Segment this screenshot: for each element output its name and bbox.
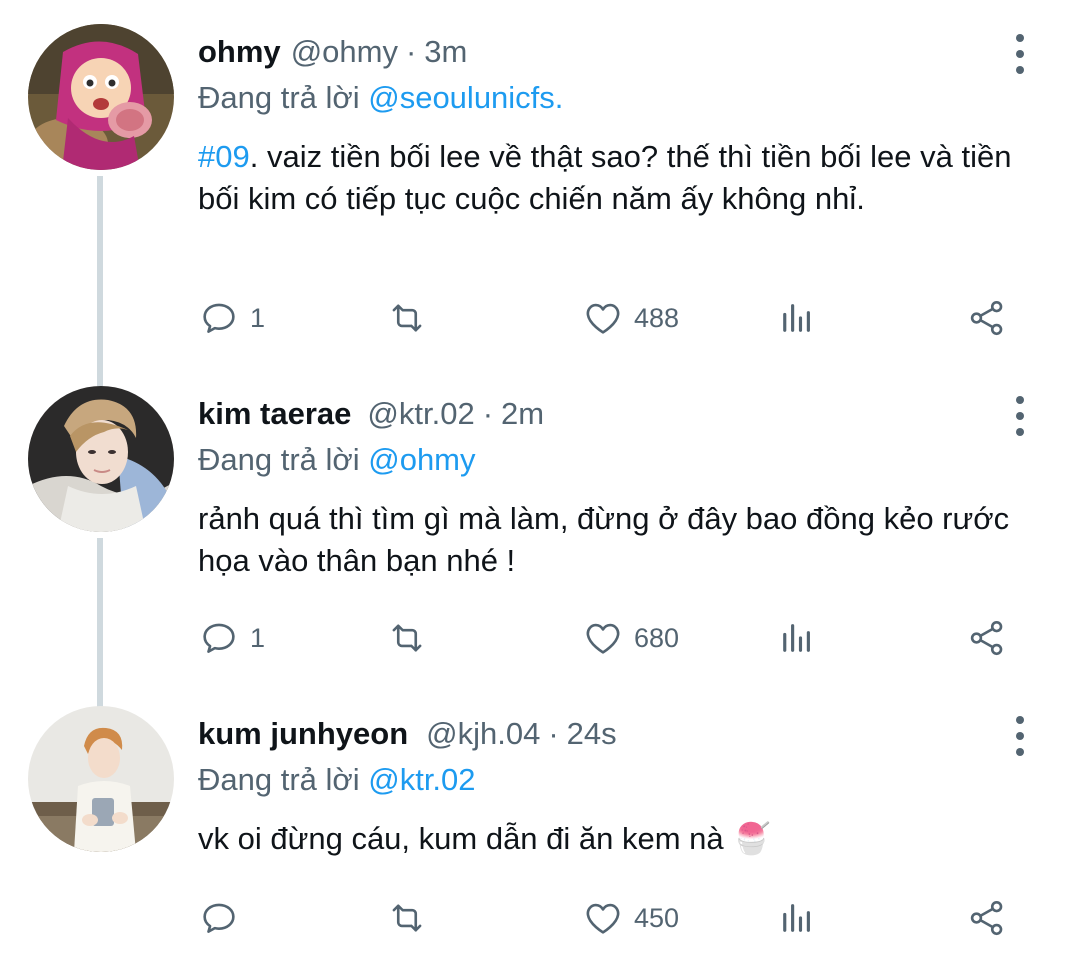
photo-avatar-icon [28,386,174,532]
share-button[interactable] [966,294,1008,342]
more-options-icon[interactable] [1002,716,1038,756]
retweet-button[interactable] [386,614,428,662]
hashtag-link[interactable]: #09 [198,139,250,174]
retweet-button[interactable] [386,894,428,942]
analytics-button[interactable] [776,894,818,942]
avatar[interactable] [28,706,174,852]
action-bar: 1 488 [198,294,1018,342]
share-icon [970,620,1003,656]
reply-button[interactable]: 1 [198,614,265,662]
reply-prefix: Đang trả lời [198,80,369,115]
share-icon [970,900,1003,936]
avatar[interactable] [28,386,174,532]
tweet-text: #09. vaiz tiền bối lee về thật sao? thế … [198,136,1038,220]
mention-link[interactable]: @ktr.02 [368,762,475,797]
like-button[interactable]: 680 [582,614,679,662]
like-count: 680 [634,622,680,653]
analytics-icon [783,304,810,332]
retweet-button[interactable] [386,294,428,342]
separator: · [482,396,494,431]
timestamp[interactable]: 2m [501,396,544,432]
reply-context: Đang trả lời @ohmy [198,442,476,478]
display-name[interactable]: kum junhyeon [198,716,408,752]
tweet-text: rảnh quá thì tìm gì mà làm, đừng ở đây b… [198,501,1010,578]
retweet-icon [392,904,422,932]
like-count: 488 [634,302,680,333]
like-button[interactable]: 488 [582,294,679,342]
reply-count: 1 [250,302,266,333]
tweet[interactable]: ohmy @ohmy · 3m Đang trả lời @seoulunicf… [0,24,1080,354]
like-count: 450 [634,902,680,933]
timestamp[interactable]: 24s [567,716,617,752]
user-handle[interactable]: @ktr.02 [367,396,474,432]
retweet-icon [392,624,422,652]
share-button[interactable] [966,894,1008,942]
tweet-text: vk oi đừng cáu, kum dẫn đi ăn kem nà 🍧 [198,821,771,856]
tweet-header: kum junhyeon @kjh.04 · 24s [198,706,617,762]
tweet[interactable]: kum junhyeon @kjh.04 · 24s Đang trả lời … [0,706,1080,960]
heart-icon [586,903,620,934]
display-name[interactable]: ohmy [198,34,281,70]
reply-context: Đang trả lời @seoulunicfs. [198,80,563,116]
tweet[interactable]: kim taerae @ktr.02 · 2m Đang trả lời @oh… [0,386,1080,686]
analytics-button[interactable] [776,294,818,342]
reply-icon [203,903,235,933]
heart-icon [586,303,620,334]
user-handle[interactable]: @kjh.04 [426,716,540,752]
action-bar: 450 [198,894,1018,942]
reply-icon [203,623,235,653]
share-button[interactable] [966,614,1008,662]
photo-avatar-icon [28,706,174,852]
timestamp[interactable]: 3m [424,34,467,70]
like-button[interactable]: 450 [582,894,679,942]
action-bar: 1 680 [198,614,1018,662]
tweet-header: ohmy @ohmy · 3m [198,24,467,80]
mention-link[interactable]: @ohmy [368,442,475,477]
reply-thread: ohmy @ohmy · 3m Đang trả lời @seoulunicf… [0,0,1080,960]
analytics-icon [783,624,810,652]
analytics-button[interactable] [776,614,818,662]
analytics-icon [783,904,810,932]
reply-button[interactable] [198,894,240,942]
reply-prefix: Đang trả lời [198,442,369,477]
reply-icon [203,303,235,333]
more-options-icon[interactable] [1002,396,1038,436]
more-options-icon[interactable] [1002,34,1038,74]
avatar[interactable] [28,24,174,170]
reply-prefix: Đang trả lời [198,762,369,797]
reply-context: Đang trả lời @ktr.02 [198,762,476,798]
user-handle[interactable]: @ohmy [291,34,398,70]
reply-button[interactable]: 1 [198,294,265,342]
display-name[interactable]: kim taerae [198,396,351,432]
tweet-header: kim taerae @ktr.02 · 2m [198,386,544,442]
retweet-icon [392,304,422,332]
reply-count: 1 [250,622,266,653]
separator: · [548,716,559,751]
separator: · [405,34,417,69]
share-icon [970,300,1003,336]
cartoon-girl-avatar-icon [28,24,174,170]
heart-icon [586,623,620,654]
tweet-text-content: . vaiz tiền bối lee về thật sao? thế thì… [198,139,1012,216]
mention-link[interactable]: @seoulunicfs. [368,80,563,115]
